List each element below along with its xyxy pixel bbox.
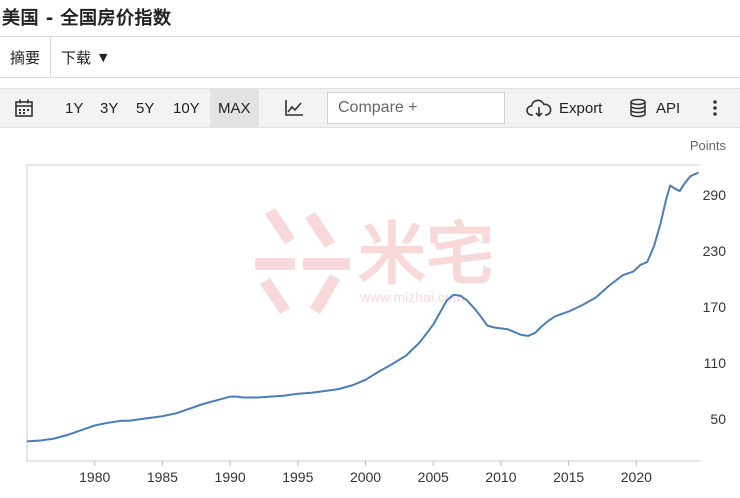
x-tick-label: 1990	[215, 469, 246, 485]
kebab-menu-icon	[713, 100, 717, 116]
api-label: API	[656, 99, 681, 117]
range-10y-button[interactable]: 10Y	[168, 89, 205, 127]
range-max-button[interactable]: MAX	[210, 89, 259, 127]
page-title: 美国 - 全国房价指数	[2, 8, 172, 29]
series-group	[26, 171, 700, 443]
tab-summary[interactable]: 摘要	[0, 37, 52, 77]
compare-input[interactable]	[327, 92, 505, 124]
chart-area: 米宅 www.mizhai.com Points 1980 1985 1990 199…	[0, 128, 740, 493]
house-price-chart: 米宅 www.mizhai.com Points 1980 1985 1990 199…	[26, 138, 727, 485]
y-axis-ticks: 50 110 170 230 290	[703, 187, 727, 427]
range-1y-button[interactable]: 1Y	[60, 89, 88, 127]
x-tick-label: 1995	[282, 469, 313, 485]
range-5y-button[interactable]: 5Y	[131, 89, 159, 127]
series-line	[26, 171, 700, 443]
y-tick-label: 50	[710, 411, 726, 427]
tab-download[interactable]: 下载 ▼	[51, 37, 117, 77]
y-axis-unit: Points	[690, 138, 727, 153]
y-tick-label: 110	[704, 355, 727, 371]
watermark-logo	[255, 208, 350, 314]
cloud-download-icon	[526, 99, 552, 118]
more-options-button[interactable]	[710, 89, 720, 127]
caret-down-icon: ▼	[99, 50, 108, 64]
tab-bar: 摘要 下载 ▼	[0, 36, 740, 78]
export-label: Export	[559, 99, 603, 117]
x-tick-label: 2005	[418, 469, 449, 485]
database-icon	[630, 98, 646, 118]
x-axis-ticks: 1980 1985 1990 1995 2000 2005 2010 2015 2020	[79, 461, 652, 485]
chart-toolbar: 1Y 3Y 5Y 10Y MAX Export API	[0, 88, 740, 128]
x-tick-label: 2010	[485, 469, 516, 485]
tab-summary-label: 摘要	[10, 48, 41, 67]
range-3y-button[interactable]: 3Y	[95, 89, 123, 127]
y-tick-label: 290	[703, 187, 727, 203]
tab-download-label: 下载	[61, 48, 92, 67]
x-tick-label: 1985	[147, 469, 178, 485]
calendar-button[interactable]	[14, 89, 34, 127]
line-chart-icon	[285, 100, 303, 116]
x-tick-label: 2020	[621, 469, 652, 485]
calendar-icon	[15, 99, 33, 117]
y-tick-label: 170	[703, 299, 727, 315]
watermark-brand: 米宅	[358, 216, 494, 295]
x-tick-label: 1980	[79, 469, 110, 485]
chart-type-button[interactable]	[284, 89, 304, 127]
export-button[interactable]: Export	[526, 89, 602, 127]
x-tick-label: 2015	[553, 469, 584, 485]
y-tick-label: 230	[703, 243, 727, 259]
x-tick-label: 2000	[350, 469, 381, 485]
watermark-url: www.mizhai.com	[359, 289, 464, 305]
watermark: 米宅 www.mizhai.com	[255, 208, 494, 314]
api-button[interactable]: API	[629, 89, 680, 127]
